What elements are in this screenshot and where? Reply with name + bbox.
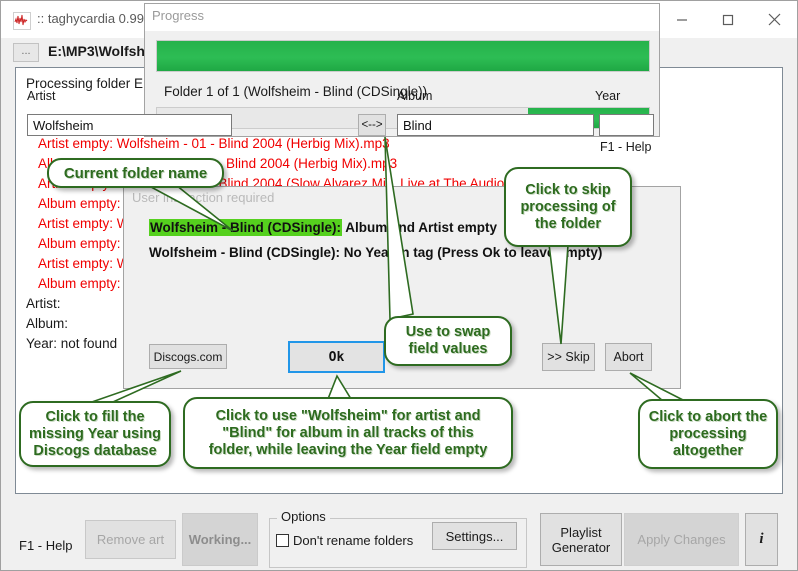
callout-discogs-line1: Click to fill the — [29, 409, 161, 426]
callout-leader-lines — [1, 1, 798, 571]
callout-abort: Click to abort the processing altogether — [638, 399, 778, 469]
callout-discogs-line3: Discogs database — [29, 443, 161, 460]
callout-abort-line3: altogether — [649, 443, 767, 460]
callout-abort-line1: Click to abort the — [649, 409, 767, 426]
callout-swap-line2: field values — [406, 341, 491, 358]
callout-swap-line1: Use to swap — [406, 324, 491, 341]
callout-ok-line1: Click to use "Wolfsheim" for artist and — [209, 408, 488, 425]
callout-discogs: Click to fill the missing Year using Dis… — [19, 401, 171, 467]
callout-ok-line2: "Blind" for album in all tracks of this — [209, 425, 488, 442]
callout-skip-line3: the folder — [520, 216, 615, 233]
callout-skip: Click to skip processing of the folder — [504, 167, 632, 247]
callout-current-folder-name: Current folder name — [47, 158, 224, 188]
callout-skip-line1: Click to skip — [520, 182, 615, 199]
callout-skip-line2: processing of — [520, 199, 615, 216]
callout-abort-line2: processing — [649, 426, 767, 443]
callout-ok-line3: folder, while leaving the Year field emp… — [209, 442, 488, 459]
callout-discogs-line2: missing Year using — [29, 426, 161, 443]
callout-swap: Use to swap field values — [384, 316, 512, 366]
app-window: :: taghycardia 0.99.8 pro :: mp3 folders… — [0, 0, 798, 571]
callout-ok: Click to use "Wolfsheim" for artist and … — [183, 397, 513, 469]
